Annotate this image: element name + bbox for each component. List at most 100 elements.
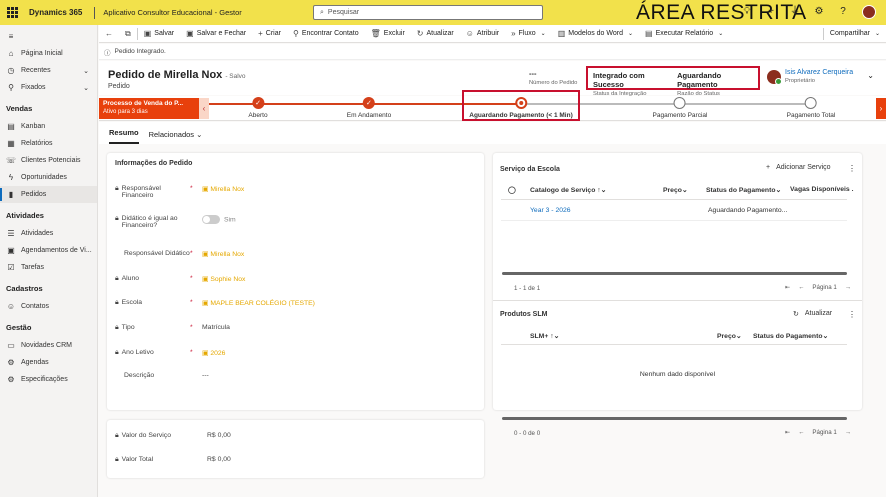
field-value-link[interactable]: ▣ Mirella Nox [202,250,244,258]
bpf-next-icon[interactable]: › [876,98,886,119]
description-value[interactable]: --- [202,372,209,379]
filter-icon[interactable]: ⏚ [790,5,800,19]
word-templates-button[interactable]: ▥ Modelos do Word ⌄ [552,25,639,43]
sidebar: ≡ ⌂ Página Inicial ◷ Recentes ⌄ ⚲ Fixados ⌄ V… [0,25,98,497]
sidebar-item-visits[interactable]: ▣ Agendamentos de Vi... [0,242,97,259]
add-service-button[interactable]: + Adicionar Serviço [766,164,831,171]
chevron-down-icon: ⌄ [196,130,203,139]
divider [501,199,847,200]
bpf-stage-aberto[interactable]: ✓ Aberto [248,96,268,119]
bpf-stage-pagamento-total[interactable]: Pagamento Total [787,96,835,119]
field-value-link[interactable]: ▣ Sophie Nox [202,275,245,283]
column-preco[interactable]: Preço⌄ [717,332,753,340]
sidebar-item-specs[interactable]: ⚙ Especificações [0,371,97,388]
toggle-switch[interactable] [202,215,220,224]
more-options-icon[interactable]: ⋮ [848,310,856,319]
required-icon: * [190,349,193,356]
app-launcher-icon[interactable] [7,7,19,18]
sidebar-item-contacts[interactable]: ☺ Contatos [0,298,97,315]
horizontal-scrollbar[interactable] [502,417,847,420]
help-icon[interactable]: ? [838,5,848,19]
lock-icon: 🔒︎ [115,456,119,463]
expand-header-icon[interactable]: ⌄ [867,71,874,80]
horizontal-scrollbar[interactable] [502,272,847,275]
popout-icon: ⧉ [125,28,131,38]
prev-page-icon[interactable]: ← [798,284,804,291]
header-field-owner[interactable]: Isis Alvarez Cerqueira Proprietário [767,69,853,85]
new-button[interactable]: + Criar [252,25,287,43]
bpf-prev-icon[interactable]: ‹ [199,98,209,119]
service-link[interactable]: Year 3 - 2026 [530,207,663,214]
sidebar-item-home[interactable]: ⌂ Página Inicial [0,45,97,62]
field-value-link[interactable]: ▣ MAPLE BEAR COLÉGIO (TESTE) [202,299,315,307]
popout-button[interactable]: ⧉ [119,25,137,43]
sidebar-item-pinned[interactable]: ⚲ Fixados ⌄ [0,79,97,96]
find-contact-button[interactable]: ⚲ Encontrar Contato [287,25,365,43]
share-button[interactable]: Compartilhar ⌄ [824,25,886,43]
search-icon: ⌕ [320,8,324,16]
form-tabs: Resumo Relacionados ⌄ [99,122,886,144]
next-page-icon[interactable]: → [845,284,851,291]
tab-resumo[interactable]: Resumo [109,128,139,144]
save-close-button[interactable]: ▣ Salvar e Fechar [180,25,252,43]
flow-button[interactable]: » Fluxo ⌄ [505,25,552,43]
refresh-button[interactable]: ↻ Atualizar [411,25,460,43]
table-row[interactable]: Year 3 - 2026 Aguardando Pagamento... [508,207,790,214]
chevron-down-icon: ⌄ [540,31,546,37]
sidebar-item-recent[interactable]: ◷ Recentes ⌄ [0,62,97,79]
toggle-field[interactable]: Sim [202,215,236,229]
next-page-icon[interactable]: → [845,429,851,436]
lock-icon: 🔒︎ [115,349,119,356]
checkmark-icon: ✓ [362,97,375,109]
column-preco[interactable]: Preço⌄ [663,186,698,194]
sidebar-item-tasks[interactable]: ☑ Tarefas [0,259,97,276]
owner-name[interactable]: Isis Alvarez Cerqueira [785,69,853,76]
sidebar-item-opportunities[interactable]: ϟ Oportunidades [0,169,97,186]
tab-relacionados[interactable]: Relacionados ⌄ [149,130,203,144]
back-button[interactable]: ← [99,25,119,43]
bpf-process-name[interactable]: Processo de Venda do P... Ativo para 3 d… [99,98,199,119]
assign-button[interactable]: ☺ Atribuir [460,25,505,43]
refresh-products-button[interactable]: ↻ Atualizar [793,310,832,318]
search-input[interactable]: ⌕ Pesquisar [313,5,543,20]
sidebar-item-agendas[interactable]: ⚙ Agendas [0,354,97,371]
sidebar-item-news[interactable]: ▭ Novidades CRM [0,337,97,354]
prev-page-icon[interactable]: ← [798,429,804,436]
first-page-icon[interactable]: ⇤ [785,429,790,436]
gear-icon[interactable]: ⚙ [814,5,824,19]
brand-name[interactable]: Dynamics 365 [29,8,82,17]
column-vagas[interactable]: Vagas Disponíveis . [790,186,853,194]
sidebar-item-reports[interactable]: ▦ Relatórios [0,135,97,152]
save-button[interactable]: ▣ Salvar [138,25,180,43]
lock-icon: 🔒︎ [115,324,119,331]
field-value-link[interactable]: ▣ Mirella Nox [202,185,244,199]
save-status: - Salvo [225,73,246,80]
column-status[interactable]: Status do Pagamento⌄ [698,186,790,194]
user-avatar[interactable] [862,5,876,19]
app-name[interactable]: Aplicativo Consultor Educacional - Gesto… [94,6,242,19]
column-status[interactable]: Status do Pagamento⌄ [753,332,828,340]
sidebar-item-orders[interactable]: ▮ Pedidos [0,186,97,203]
column-catalogo[interactable]: Catalogo de Serviço ↑⌄ [530,186,663,194]
sidebar-item-leads[interactable]: ☏ Clientes Potenciais [0,152,97,169]
field-value-link[interactable]: ▣ 2026 [202,349,225,357]
sidebar-item-kanban[interactable]: ▤ Kanban [0,118,97,135]
delete-button[interactable]: 🗑︎ Excluir [365,25,411,43]
bpf-stage-pagamento-parcial[interactable]: Pagamento Parcial [653,96,707,119]
bpf-stage-em-andamento[interactable]: ✓ Em Andamento [347,96,391,119]
bpf-stage-aguardando-pagamento[interactable]: Aguardando Pagamento (< 1 Min) [469,96,573,119]
checkmark-icon: ✓ [252,97,264,109]
first-page-icon[interactable]: ⇤ [785,284,790,291]
lightbulb-icon[interactable]: 💡︎ [742,5,752,19]
column-slm[interactable]: SLM+ ↑⌄ [530,332,717,340]
plus-icon[interactable]: + [766,5,776,19]
select-all-radio[interactable]: ◯ [508,186,530,194]
info-icon: ⓘ [104,49,111,57]
services-subgrid: Serviço da Escola + Adicionar Serviço ⋮ ◯… [493,153,862,420]
more-options-icon[interactable]: ⋮ [848,164,856,173]
chevron-down-icon: ⌄ [83,67,89,75]
field-descricao: Descrição --- [124,372,209,379]
sidebar-menu-toggle[interactable]: ≡ [0,28,97,45]
sidebar-item-activities[interactable]: ☰ Atividades [0,225,97,242]
run-report-button[interactable]: ▤ Executar Relatório ⌄ [639,25,729,43]
